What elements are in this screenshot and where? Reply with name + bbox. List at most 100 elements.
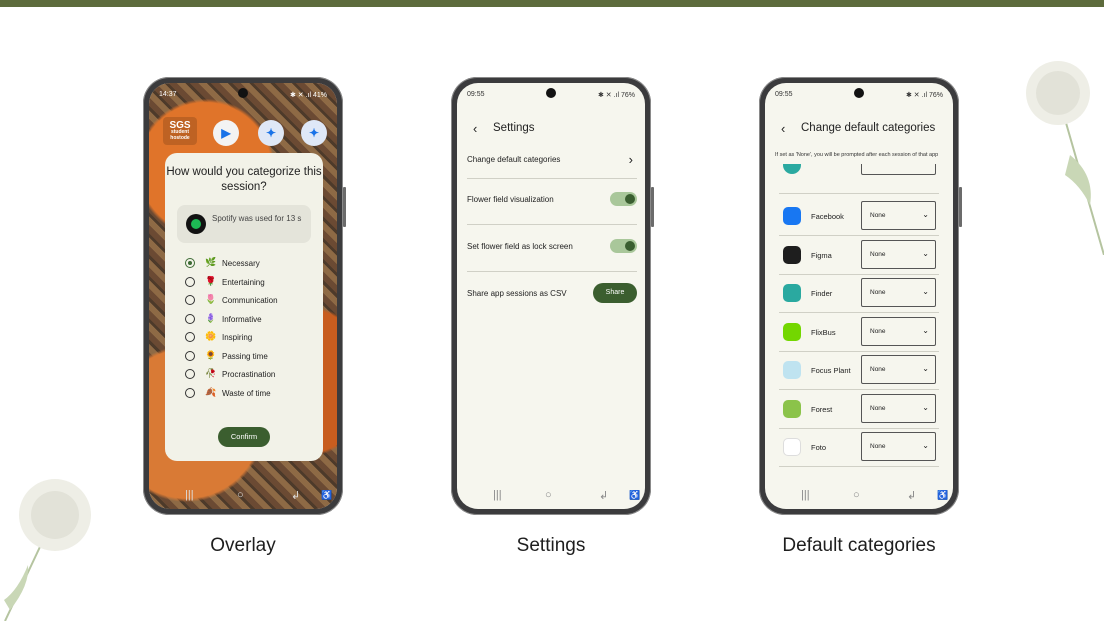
divider: [467, 224, 637, 225]
category-option[interactable]: 🍂 Waste of time: [185, 386, 315, 400]
category-option[interactable]: 🌿 Necessary: [185, 256, 315, 270]
back-arrow-icon[interactable]: ‹: [473, 121, 477, 136]
category-dropdown[interactable]: None ⌄: [861, 201, 936, 230]
radio-button[interactable]: [185, 350, 195, 361]
radio-button[interactable]: [185, 276, 195, 287]
option-label: Necessary: [222, 259, 260, 268]
divider: [779, 193, 939, 194]
accessibility-icon[interactable]: ♿: [321, 490, 332, 501]
magic-wand-icon[interactable]: ✦: [258, 120, 284, 146]
status-time: 14:37: [159, 91, 177, 98]
row-share-csv: Share app sessions as CSV Share: [467, 283, 637, 303]
status-time: 09:55: [467, 91, 485, 98]
app-icon: [783, 361, 801, 379]
sgs-app-icon[interactable]: SGS student hostode: [163, 117, 197, 145]
radio-button[interactable]: [185, 332, 195, 342]
option-label: Passing time: [222, 351, 268, 361]
caption-default-categories: Default categories: [782, 535, 936, 556]
phone-settings: 09:55 ✱ ✕ .ıl 76% ‹ Settings Change defa…: [451, 77, 654, 515]
lock-screen-toggle[interactable]: [610, 239, 637, 253]
overlay-screen: 14:37 ✱ ✕ .ıl 41% SGS student hostode ▶ …: [149, 83, 337, 509]
category-dropdown[interactable]: None ⌄: [861, 278, 936, 307]
flower-icon: 🌿: [205, 257, 217, 267]
dropdown-value: None: [870, 404, 886, 412]
option-label: Waste of time: [222, 388, 271, 398]
share-button[interactable]: Share: [593, 283, 637, 303]
camera-hole: [546, 88, 556, 98]
caption-overlay: Overlay: [210, 535, 276, 556]
recents-icon[interactable]: |||: [493, 489, 502, 501]
row-lock-screen: Set flower field as lock screen: [467, 239, 637, 256]
category-option[interactable]: 🪻 Informative: [185, 312, 315, 326]
spotify-icon: [186, 214, 206, 234]
recents-icon[interactable]: |||: [185, 489, 194, 501]
app-icon: [783, 284, 801, 302]
home-icon[interactable]: ○: [545, 489, 552, 501]
confirm-button[interactable]: Confirm: [218, 427, 270, 447]
category-dropdown[interactable]: None ⌄: [861, 316, 936, 346]
nav-bar: ||| ○ ↲ ♿: [149, 483, 337, 509]
flower-icon: 🌹: [205, 275, 217, 286]
option-label: Entertaining: [222, 277, 265, 287]
row-label: Flower field visualization: [467, 195, 554, 204]
flower-icon: 🥀: [205, 368, 217, 378]
app-row: Finder None ⌄: [779, 274, 939, 313]
dropdown-value: None: [870, 366, 886, 373]
back-icon[interactable]: ↲: [599, 489, 608, 502]
radio-button[interactable]: [185, 295, 195, 305]
home-icon[interactable]: ○: [237, 489, 244, 501]
app-icon: [783, 164, 801, 174]
flower-icon: 🪻: [205, 312, 217, 323]
category-option[interactable]: 🥀 Procrastination: [185, 367, 315, 381]
option-label: Inspiring: [222, 333, 253, 342]
home-icon[interactable]: ○: [853, 489, 860, 501]
info-note: If set as 'None', you will be prompted a…: [775, 152, 939, 158]
category-option[interactable]: 🌻 Passing time: [185, 349, 315, 363]
side-button: [343, 187, 346, 227]
list-item-partial: [779, 164, 939, 194]
app-name: Forest: [811, 404, 833, 414]
flower-viz-toggle[interactable]: [610, 192, 637, 206]
side-button: [651, 187, 654, 227]
radio-button[interactable]: [185, 313, 195, 324]
category-dropdown[interactable]: None ⌄: [861, 355, 936, 384]
caption-settings: Settings: [516, 535, 586, 556]
dropdown-value: None: [870, 327, 886, 335]
radio-button[interactable]: [185, 369, 195, 379]
radio-button[interactable]: [185, 387, 195, 398]
status-icons: ✱ ✕ .ıl 76%: [597, 92, 635, 99]
category-option[interactable]: 🌼 Inspiring: [185, 330, 315, 344]
app-row: Figma None ⌄: [779, 236, 939, 275]
chevron-right-icon: ›: [628, 152, 633, 167]
recents-icon[interactable]: |||: [801, 489, 810, 501]
chevron-down-icon: ⌄: [922, 441, 929, 450]
dandelion-decoration-left: [4, 479, 91, 621]
accessibility-icon[interactable]: ♿: [937, 490, 948, 501]
row-change-default-categories[interactable]: Change default categories ›: [467, 152, 637, 169]
phone-overlay: 14:37 ✱ ✕ .ıl 41% SGS student hostode ▶ …: [143, 77, 346, 515]
category-dropdown[interactable]: None ⌄: [861, 432, 936, 461]
app-icon: [783, 245, 801, 264]
dropdown-value: None: [870, 212, 886, 219]
dandelion-decoration-right: [1026, 61, 1104, 255]
dropdown-value: None: [870, 443, 886, 450]
category-dropdown[interactable]: None ⌄: [861, 239, 936, 269]
back-arrow-icon[interactable]: ‹: [781, 121, 785, 136]
chevron-down-icon: ⌄: [922, 364, 929, 373]
category-dropdown[interactable]: [861, 164, 936, 175]
chevron-down-icon: ⌄: [922, 248, 929, 258]
option-label: Communication: [222, 296, 278, 305]
row-label: Share app sessions as CSV: [467, 289, 567, 298]
play-store-icon[interactable]: ▶: [213, 120, 239, 146]
category-dropdown[interactable]: None ⌄: [861, 393, 936, 423]
app-icon: [783, 207, 801, 225]
magic-wand-icon-2[interactable]: ✦: [301, 120, 327, 146]
back-icon[interactable]: ↲: [907, 489, 916, 502]
category-option[interactable]: 🌹 Entertaining: [185, 275, 315, 289]
radio-button[interactable]: [185, 258, 195, 268]
chevron-down-icon: ⌄: [922, 287, 929, 296]
chevron-down-icon: ⌄: [922, 402, 929, 412]
back-icon[interactable]: ↲: [291, 489, 300, 502]
accessibility-icon[interactable]: ♿: [629, 490, 640, 501]
category-option[interactable]: 🌷 Communication: [185, 293, 315, 307]
